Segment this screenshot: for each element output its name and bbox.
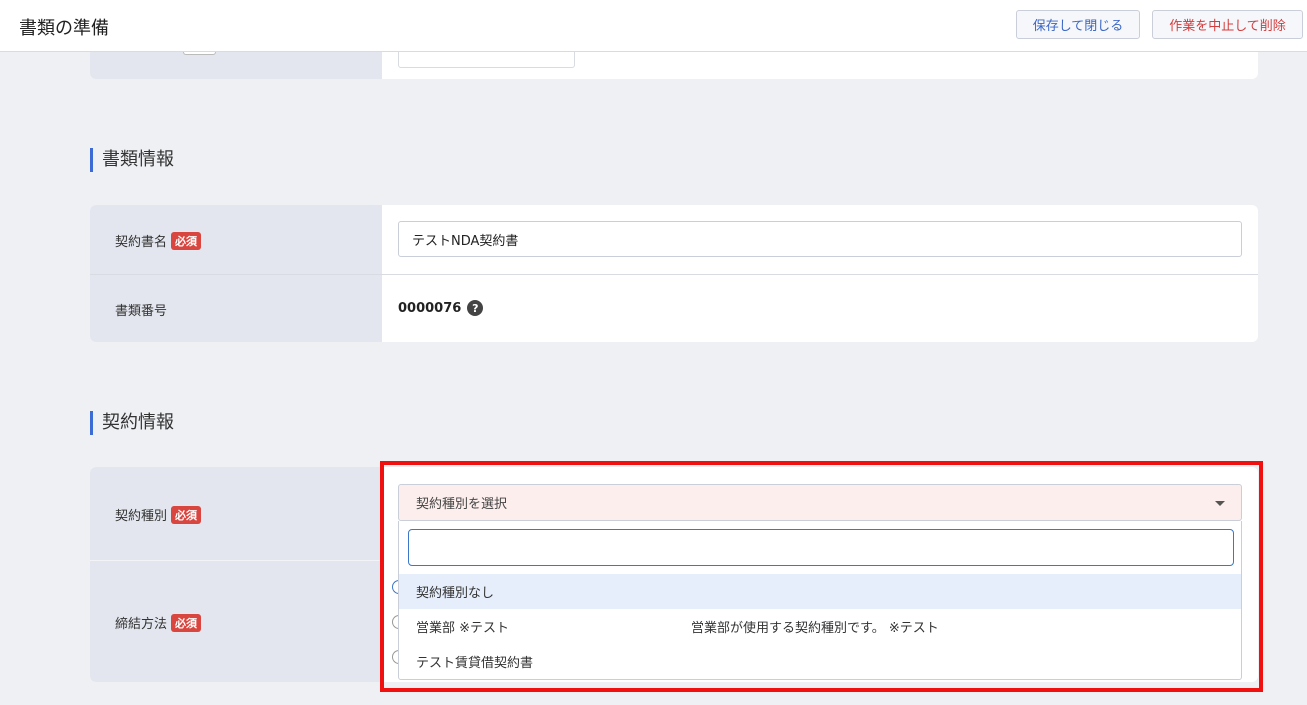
conclusion-method-label-text: 締結方法 (115, 617, 168, 632)
conclusion-method-label: 締結方法 必須 (115, 613, 202, 632)
partial-input (398, 52, 575, 68)
contract-type-label: 契約種別 必須 (115, 505, 202, 524)
page-title: 書類の準備 (19, 18, 109, 39)
contract-type-select[interactable]: 契約種別を選択 (398, 484, 1242, 521)
contract-name-input[interactable]: テストNDA契約書 (398, 221, 1242, 257)
help-icon[interactable]: ? (467, 300, 484, 316)
contract-name-row: 契約書名 必須 テストNDA契約書 (90, 205, 1258, 274)
section-title-contract-info: 契約情報 (90, 411, 174, 435)
chevron-down-icon (1215, 501, 1225, 506)
document-number-text: 0000076 (398, 300, 462, 316)
abort-delete-button[interactable]: 作業を中止して削除 (1152, 10, 1303, 39)
document-number-row: 書類番号 0000076 ? (90, 275, 1258, 342)
contract-type-label-text: 契約種別 (115, 509, 168, 524)
document-number-label: 書類番号 (115, 304, 168, 319)
option-description: 営業部が使用する契約種別です。 ※テスト (691, 621, 939, 636)
option-name: 営業部 ※テスト (416, 621, 510, 636)
partial-badge (183, 52, 216, 55)
required-badge: 必須 (171, 613, 202, 632)
required-badge: 必須 (171, 505, 202, 524)
dropdown-option[interactable]: テスト賃貸借契約書 (399, 644, 1241, 679)
option-name: 契約種別なし (416, 586, 495, 601)
contract-name-label: 契約書名 必須 (115, 231, 202, 250)
dropdown-option[interactable]: 営業部 ※テスト 営業部が使用する契約種別です。 ※テスト (399, 609, 1241, 644)
contract-type-dropdown: 契約種別なし 営業部 ※テスト 営業部が使用する契約種別です。 ※テスト テスト… (398, 521, 1242, 680)
save-close-button[interactable]: 保存して閉じる (1016, 10, 1140, 39)
top-bar: 書類の準備 保存して閉じる 作業を中止して削除 (0, 0, 1307, 52)
section-title-document-info: 書類情報 (90, 148, 174, 172)
label-column (90, 52, 382, 79)
dropdown-search-input[interactable] (408, 529, 1234, 566)
document-number-value: 0000076 ? (398, 300, 484, 316)
contract-type-placeholder: 契約種別を選択 (416, 497, 508, 512)
contract-name-label-text: 契約書名 (115, 235, 168, 250)
previous-section-card (90, 52, 1258, 79)
dropdown-option[interactable]: 契約種別なし (399, 574, 1241, 609)
document-info-card: 契約書名 必須 テストNDA契約書 書類番号 0000076 ? (90, 205, 1258, 342)
required-badge: 必須 (171, 231, 202, 250)
option-name: テスト賃貸借契約書 (416, 656, 534, 671)
